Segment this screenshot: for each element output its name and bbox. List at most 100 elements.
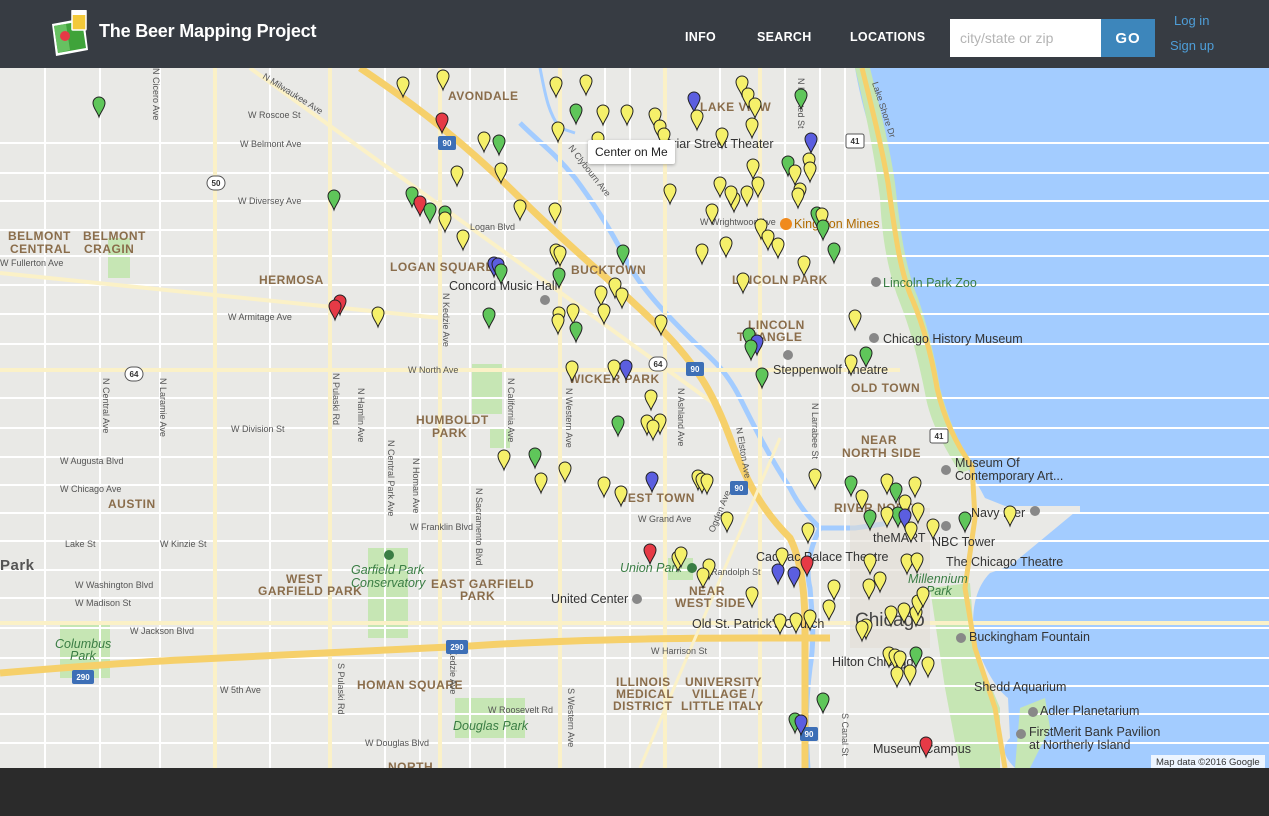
- label-humboldt-park: PARK: [432, 426, 467, 440]
- navy-pier-icon: [1030, 506, 1040, 516]
- label-garfield-park: GARFIELD PARK: [258, 584, 362, 598]
- svg-text:W Roscoe St: W Roscoe St: [248, 110, 301, 120]
- beer-map-logo-icon[interactable]: [50, 10, 90, 56]
- label-kingston-mines: Kingston Mines: [794, 217, 879, 231]
- shield-64-icon: 64: [124, 366, 144, 382]
- svg-text:W Fullerton Ave: W Fullerton Ave: [0, 258, 63, 268]
- label-douglas-park: Douglas Park: [453, 719, 529, 733]
- label-east-garfield-park: PARK: [460, 589, 495, 603]
- map-svg[interactable]: AVONDALE BELMONT CENTRAL BELMONT CRAGIN …: [0, 68, 1269, 768]
- union-park-icon: [687, 563, 697, 573]
- label-museum-of: Museum Of: [955, 456, 1020, 470]
- login-link[interactable]: Log in: [1174, 13, 1209, 28]
- label-chicago-theatre: The Chicago Theatre: [946, 555, 1063, 569]
- svg-text:N Ashland Ave: N Ashland Ave: [676, 388, 686, 446]
- label-columbus-park: Park: [70, 649, 96, 663]
- svg-text:N Western Ave: N Western Ave: [564, 388, 574, 448]
- label-old-town: OLD TOWN: [851, 381, 920, 395]
- label-avondale: AVONDALE: [448, 89, 518, 103]
- svg-text:50: 50: [212, 179, 221, 188]
- svg-text:W Douglas Blvd: W Douglas Blvd: [365, 738, 429, 748]
- svg-text:41: 41: [935, 432, 944, 441]
- label-bucktown: BUCKTOWN: [571, 263, 646, 277]
- label-north-side: NORTH SIDE: [842, 446, 921, 460]
- label-near-north: NEAR: [861, 433, 897, 447]
- shield-90-icon: 90: [438, 136, 456, 150]
- svg-text:N Central Park Ave: N Central Park Ave: [386, 440, 396, 516]
- svg-text:W Franklin Blvd: W Franklin Blvd: [410, 522, 473, 532]
- brand-title[interactable]: The Beer Mapping Project: [99, 21, 316, 42]
- svg-text:S Canal St: S Canal St: [840, 713, 850, 757]
- nav-locations[interactable]: LOCATIONS: [850, 30, 925, 44]
- location-search-input[interactable]: [950, 19, 1101, 57]
- kingston-mines-icon: [780, 218, 792, 230]
- svg-text:290: 290: [450, 643, 464, 652]
- adler-icon: [1028, 707, 1038, 717]
- shield-41-icon: 41: [845, 133, 865, 149]
- svg-text:N Larrabee St: N Larrabee St: [810, 403, 820, 460]
- svg-text:W Roosevelt Rd: W Roosevelt Rd: [488, 705, 553, 715]
- label-belmont-cragin: BELMONT: [83, 229, 146, 243]
- garfield-park-icon: [384, 550, 394, 560]
- shield-64-icon: 64: [648, 356, 668, 372]
- go-button[interactable]: GO: [1101, 19, 1155, 57]
- shield-90-icon: 90: [686, 362, 704, 376]
- label-adler-planetarium: Adler Planetarium: [1040, 704, 1139, 718]
- label-union-park: Union Park: [620, 561, 683, 575]
- svg-text:W Chicago Ave: W Chicago Ave: [60, 484, 121, 494]
- label-cragin: CRAGIN: [84, 242, 134, 256]
- nav-search[interactable]: SEARCH: [757, 30, 812, 44]
- shield-50-icon: 50: [206, 175, 226, 191]
- svg-text:S Western Ave: S Western Ave: [566, 688, 576, 747]
- zoo-icon: [871, 277, 881, 287]
- svg-text:N Hamlin Ave: N Hamlin Ave: [356, 388, 366, 442]
- svg-text:W Armitage Ave: W Armitage Ave: [228, 312, 292, 322]
- svg-text:N Laramie Ave: N Laramie Ave: [158, 378, 168, 437]
- label-shedd-aquarium: Shedd Aquarium: [974, 680, 1066, 694]
- footer-bar: [0, 768, 1269, 816]
- svg-text:N California Ave: N California Ave: [506, 378, 516, 442]
- label-hermosa: HERMOSA: [259, 273, 324, 287]
- svg-text:Logan Blvd: Logan Blvd: [470, 222, 515, 232]
- svg-text:64: 64: [654, 360, 663, 369]
- site-header: The Beer Mapping Project INFO SEARCH LOC…: [0, 0, 1269, 68]
- shield-90-icon: 90: [730, 481, 748, 495]
- label-lincoln-park-zoo: Lincoln Park Zoo: [883, 276, 977, 290]
- svg-text:W Diversey Ave: W Diversey Ave: [238, 196, 301, 206]
- shield-290-icon: 290: [72, 670, 94, 684]
- label-belmont: BELMONT: [8, 229, 71, 243]
- nbc-tower-icon: [941, 521, 951, 531]
- label-buckingham-fountain: Buckingham Fountain: [969, 630, 1090, 644]
- svg-text:W Madison St: W Madison St: [75, 598, 132, 608]
- svg-text:W Division St: W Division St: [231, 424, 285, 434]
- svg-text:W 5th Ave: W 5th Ave: [220, 685, 261, 695]
- shield-41-icon: 41: [929, 428, 949, 444]
- svg-text:290: 290: [76, 673, 90, 682]
- svg-text:N Sacramento Blvd: N Sacramento Blvd: [474, 488, 484, 566]
- svg-text:W North Ave: W North Ave: [408, 365, 458, 375]
- label-northerly-island: at Northerly Island: [1029, 738, 1130, 752]
- label-logan-square: LOGAN SQUARE: [390, 260, 494, 274]
- label-firstmerit-pavilion: FirstMerit Bank Pavilion: [1029, 725, 1160, 739]
- label-steppenwolf-theatre: Steppenwolf Theatre: [773, 363, 888, 377]
- svg-text:90: 90: [735, 484, 744, 493]
- label-west-side: WEST SIDE: [675, 596, 746, 610]
- label-west-town: WEST TOWN: [616, 491, 695, 505]
- mca-icon: [941, 465, 951, 475]
- svg-text:W Harrison St: W Harrison St: [651, 646, 708, 656]
- svg-text:64: 64: [130, 370, 139, 379]
- center-on-me-tooltip[interactable]: Center on Me: [588, 140, 675, 164]
- svg-text:N Cicero Ave: N Cicero Ave: [151, 68, 161, 120]
- map-canvas[interactable]: AVONDALE BELMONT CENTRAL BELMONT CRAGIN …: [0, 68, 1269, 768]
- shield-290-icon: 290: [446, 640, 468, 654]
- svg-text:90: 90: [691, 365, 700, 374]
- svg-text:W Jackson Blvd: W Jackson Blvd: [130, 626, 194, 636]
- svg-text:90: 90: [443, 139, 452, 148]
- label-united-center: United Center: [551, 592, 628, 606]
- signup-link[interactable]: Sign up: [1170, 38, 1214, 53]
- nav-info[interactable]: INFO: [685, 30, 716, 44]
- label-nbc-tower: NBC Tower: [932, 535, 995, 549]
- concord-music-hall-icon: [540, 295, 550, 305]
- svg-text:W Belmont Ave: W Belmont Ave: [240, 139, 301, 149]
- buckingham-icon: [956, 633, 966, 643]
